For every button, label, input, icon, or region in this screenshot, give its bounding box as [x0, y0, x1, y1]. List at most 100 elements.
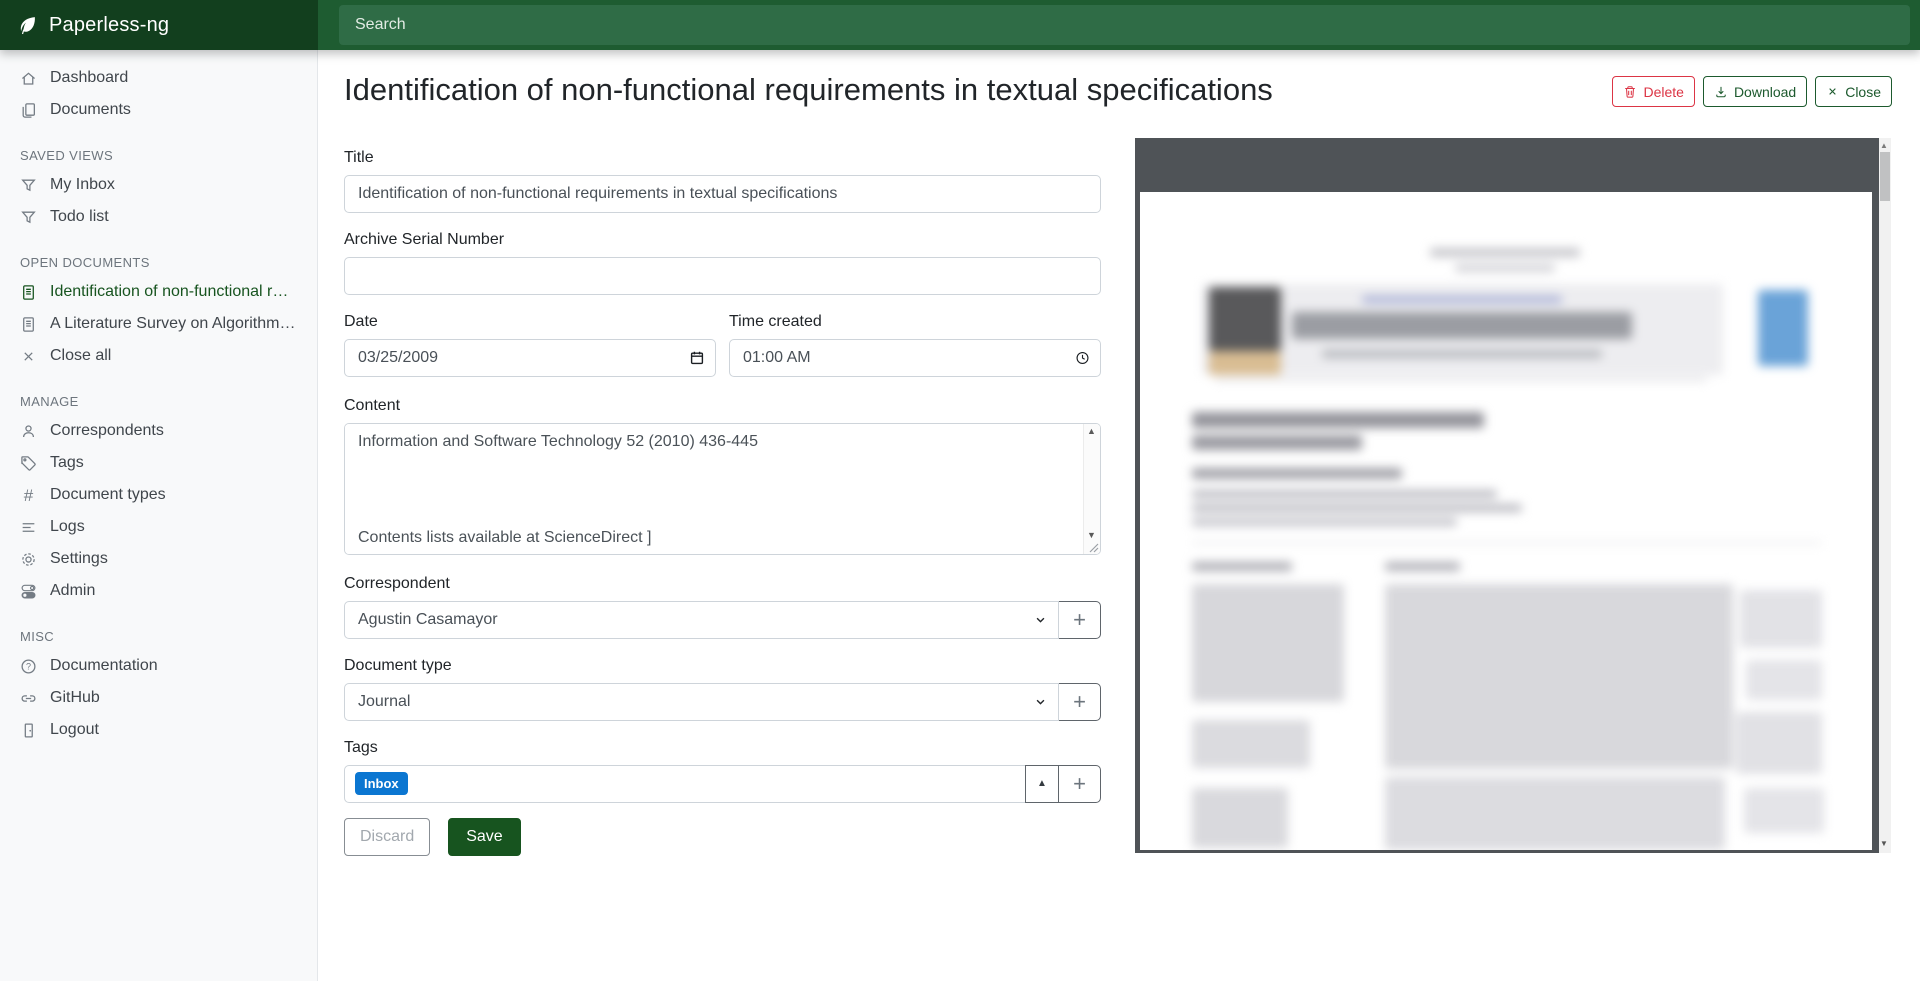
add-tag-button[interactable]: +: [1058, 765, 1101, 803]
delete-button-label: Delete: [1643, 84, 1683, 100]
sidebar-item-logout[interactable]: Logout: [0, 714, 317, 746]
sidebar-open-document-2[interactable]: A Literature Survey on Algorithms for Mu…: [0, 308, 317, 340]
pdf-viewport[interactable]: [1135, 138, 1879, 853]
plus-icon: +: [1073, 771, 1086, 796]
plus-icon: +: [1073, 689, 1086, 714]
app-header: Paperless-ng: [0, 0, 1920, 50]
person-icon: [20, 423, 37, 440]
sidebar-open-document-1[interactable]: Identification of non-functional require…: [0, 276, 317, 308]
save-button[interactable]: Save: [448, 818, 520, 856]
sidebar-item-documents[interactable]: Documents: [0, 94, 317, 126]
content-scrollbar[interactable]: ▲ ▼: [1083, 424, 1100, 554]
correspondent-select[interactable]: Agustin Casamayor: [344, 601, 1059, 639]
page-title: Identification of non-functional require…: [344, 71, 1273, 110]
scroll-up-icon[interactable]: ▲: [1087, 426, 1096, 436]
sidebar-item-label: Settings: [50, 550, 108, 568]
elsevier-logo: [1758, 290, 1808, 366]
sidebar-item-label: Todo list: [50, 208, 109, 226]
trash-icon: [1623, 85, 1637, 99]
time-created-label: Time created: [729, 312, 1101, 332]
scroll-down-icon[interactable]: ▼: [1880, 839, 1888, 848]
sidebar-item-label: Tags: [50, 454, 84, 472]
calendar-icon[interactable]: [689, 350, 705, 366]
sidebar-item-label: Document types: [50, 486, 166, 504]
download-icon: [1714, 85, 1728, 99]
document-edit-form: Title Archive Serial Number Date Time cr…: [344, 148, 1101, 856]
delete-button[interactable]: Delete: [1612, 76, 1694, 107]
sidebar-item-label: Close all: [50, 347, 111, 365]
file-text-icon: [20, 316, 37, 333]
toggles-icon: [20, 583, 37, 600]
door-icon: [20, 722, 37, 739]
home-icon: [20, 70, 37, 87]
content-textarea[interactable]: Information and Software Technology 52 (…: [345, 424, 1100, 554]
scroll-up-icon[interactable]: ▲: [1880, 141, 1888, 150]
archive-serial-number-field[interactable]: [344, 257, 1101, 295]
pdf-scrollbar-thumb[interactable]: [1880, 152, 1890, 201]
sidebar-item-label: Logout: [50, 721, 99, 739]
resize-grip-icon[interactable]: [1089, 543, 1099, 553]
question-circle-icon: ?: [20, 658, 37, 675]
svg-text:?: ?: [26, 661, 31, 671]
clock-icon[interactable]: [1075, 350, 1090, 365]
sidebar-item-my-inbox[interactable]: My Inbox: [0, 169, 317, 201]
sidebar-item-github[interactable]: GitHub: [0, 682, 317, 714]
link-icon: [20, 690, 37, 707]
file-text-icon: [20, 284, 37, 301]
sidebar-item-dashboard[interactable]: Dashboard: [0, 62, 317, 94]
gear-icon: [20, 551, 37, 568]
sidebar-item-admin[interactable]: Admin: [0, 575, 317, 607]
sidebar-item-label: A Literature Survey on Algorithms for Mu…: [50, 315, 297, 333]
sidebar-item-label: Correspondents: [50, 422, 164, 440]
sidebar-item-todo-list[interactable]: Todo list: [0, 201, 317, 233]
tag-icon: [20, 455, 37, 472]
sidebar-item-settings[interactable]: Settings: [0, 543, 317, 575]
sidebar-item-document-types[interactable]: # Document types: [0, 479, 317, 511]
sidebar-item-label: Logs: [50, 518, 85, 536]
close-button[interactable]: Close: [1815, 76, 1892, 107]
discard-button[interactable]: Discard: [344, 818, 430, 856]
pdf-scrollbar[interactable]: ▲ ▼: [1879, 138, 1891, 853]
title-field[interactable]: [344, 175, 1101, 213]
sidebar-heading-saved-views: SAVED VIEWS: [20, 148, 297, 163]
title-label: Title: [344, 148, 1101, 168]
funnel-icon: [20, 177, 37, 194]
scroll-down-icon[interactable]: ▼: [1087, 530, 1096, 540]
sidebar-item-correspondents[interactable]: Correspondents: [0, 415, 317, 447]
download-button[interactable]: Download: [1703, 76, 1807, 107]
time-created-field[interactable]: [729, 339, 1101, 377]
funnel-icon: [20, 209, 37, 226]
date-field[interactable]: [344, 339, 716, 377]
tags-dropdown-toggle[interactable]: ▲: [1025, 765, 1059, 803]
search-input[interactable]: [339, 5, 1910, 45]
add-correspondent-button[interactable]: +: [1058, 601, 1101, 639]
plus-icon: +: [1073, 607, 1086, 632]
sidebar-heading-manage: MANAGE: [20, 394, 297, 409]
sidebar-item-label: Documents: [50, 101, 131, 119]
documents-icon: [20, 102, 37, 119]
brand[interactable]: Paperless-ng: [0, 0, 318, 50]
sidebar-item-close-all[interactable]: Close all: [0, 340, 317, 372]
sidebar-item-label: Identification of non-functional require…: [50, 283, 297, 301]
tag-badge-inbox[interactable]: Inbox: [355, 772, 408, 795]
document-actions: Delete Download Close: [1612, 76, 1892, 107]
pdf-page: [1140, 192, 1872, 850]
sidebar-item-label: Dashboard: [50, 69, 128, 87]
download-button-label: Download: [1734, 84, 1796, 100]
tags-input[interactable]: Inbox: [344, 765, 1026, 803]
sidebar-heading-open-documents: OPEN DOCUMENTS: [20, 255, 297, 270]
document-preview: ▲ ▼: [1135, 138, 1891, 853]
sidebar-item-logs[interactable]: Logs: [0, 511, 317, 543]
sidebar-item-documentation[interactable]: ? Documentation: [0, 650, 317, 682]
sidebar-item-label: My Inbox: [50, 176, 115, 194]
list-icon: [20, 519, 37, 536]
document-type-value: Journal: [358, 693, 410, 711]
tags-label: Tags: [344, 738, 1101, 758]
pdf-blurred-content: [1140, 192, 1872, 850]
chevron-down-icon: [1034, 695, 1047, 708]
add-document-type-button[interactable]: +: [1058, 683, 1101, 721]
sidebar: Dashboard Documents SAVED VIEWS My Inbox…: [0, 50, 318, 981]
document-type-select[interactable]: Journal: [344, 683, 1059, 721]
document-type-label: Document type: [344, 656, 1101, 676]
sidebar-item-tags[interactable]: Tags: [0, 447, 317, 479]
